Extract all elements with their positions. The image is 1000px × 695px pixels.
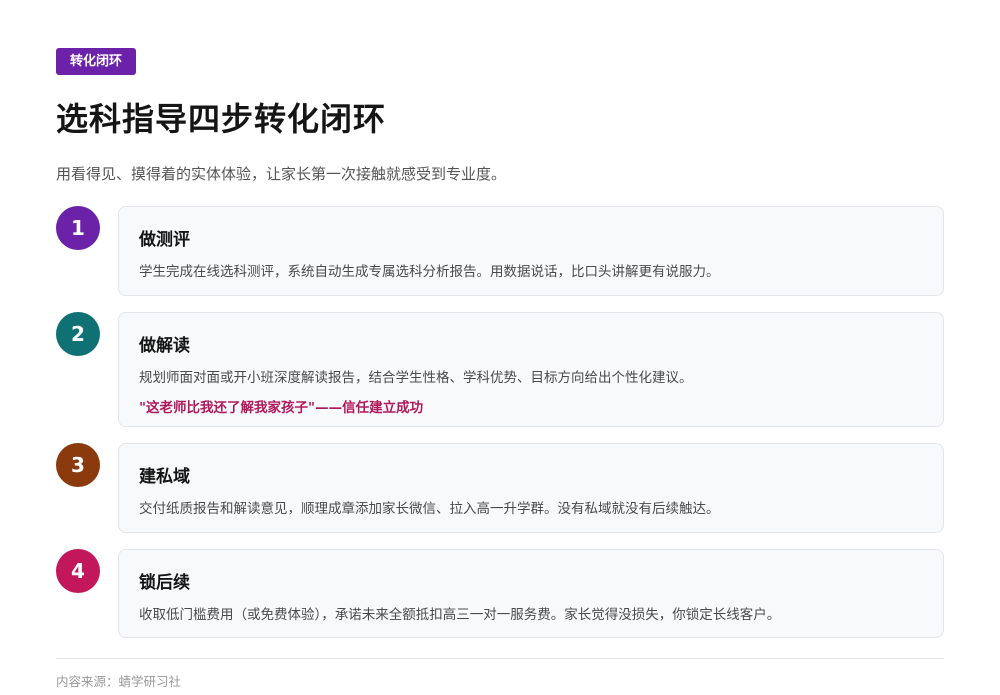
step-number-2: 2	[56, 312, 100, 356]
step-number-1: 1	[56, 206, 100, 250]
step-title: 锁后续	[139, 573, 190, 593]
page-title: 选科指导四步转化闭环	[56, 100, 387, 138]
footer-divider	[56, 658, 944, 659]
step-description: 交付纸质报告和解读意见，顺理成章添加家长微信、拉入高一升学群。没有私域就没有后续…	[139, 501, 720, 517]
step-number-3: 3	[56, 443, 100, 487]
step-title: 建私域	[139, 467, 190, 487]
step-card-2: 做解读 规划师面对面或开小班深度解读报告，结合学生性格、学科优势、目标方向给出个…	[118, 312, 944, 427]
content-source: 内容来源：蜻学研习社	[56, 674, 182, 689]
step-description: 规划师面对面或开小班深度解读报告，结合学生性格、学科优势、目标方向给出个性化建议…	[139, 370, 693, 386]
step-card-4: 锁后续 收取低门槛费用（或免费体验），承诺未来全额抵扣高三一对一服务费。家长觉得…	[118, 549, 944, 638]
step-description: 收取低门槛费用（或免费体验），承诺未来全额抵扣高三一对一服务费。家长觉得没损失，…	[139, 607, 781, 623]
step-card-3: 建私域 交付纸质报告和解读意见，顺理成章添加家长微信、拉入高一升学群。没有私域就…	[118, 443, 944, 533]
step-description: 学生完成在线选科测评，系统自动生成专属选科分析报告。用数据说话，比口头讲解更有说…	[139, 264, 720, 280]
category-tag: 转化闭环	[56, 48, 137, 75]
step-title: 做测评	[139, 230, 190, 250]
step-quote: "这老师比我还了解我家孩子"——信任建立成功	[139, 400, 424, 416]
step-title: 做解读	[139, 336, 190, 356]
step-card-1: 做测评 学生完成在线选科测评，系统自动生成专属选科分析报告。用数据说话，比口头讲…	[118, 206, 944, 296]
step-number-4: 4	[56, 549, 100, 593]
page-subtitle: 用看得见、摸得着的实体体验，让家长第一次接触就感受到专业度。	[56, 165, 507, 183]
